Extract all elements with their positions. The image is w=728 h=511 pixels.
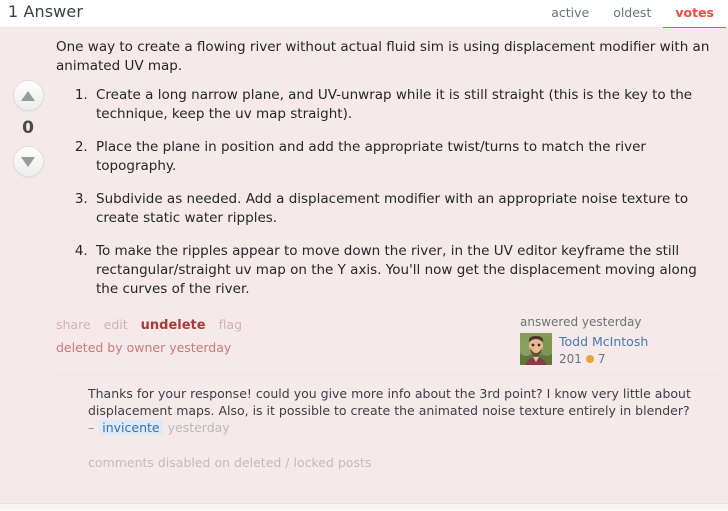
list-item: Place the plane in position and add the … xyxy=(92,138,720,176)
comment-author-link[interactable]: invicente xyxy=(99,420,163,435)
post-bottom-strip xyxy=(0,503,728,510)
list-item: To make the ripples appear to move down … xyxy=(92,242,720,299)
user-reputation-line: 201 7 xyxy=(559,352,648,366)
undelete-link[interactable]: undelete xyxy=(141,318,206,333)
arrow-up-icon xyxy=(21,90,35,101)
bronze-badge-count: 7 xyxy=(597,352,606,366)
list-item: Thanks for your response! could you give… xyxy=(88,385,714,435)
vote-cell: 0 xyxy=(0,38,56,470)
arrow-down-icon xyxy=(21,156,35,167)
list-item: Subdivide as needed. Add a displacement … xyxy=(92,190,720,228)
list-item: Create a long narrow plane, and UV-unwra… xyxy=(92,86,720,124)
answer-sort-tabs: active oldest votes xyxy=(539,0,726,29)
flag-link[interactable]: flag xyxy=(219,317,242,332)
avatar[interactable] xyxy=(520,333,552,365)
answers-header: 1 Answer active oldest votes xyxy=(0,0,728,29)
user-details: Todd McIntosh 201 7 xyxy=(520,333,716,366)
answer-layout: 0 One way to create a flowing river with… xyxy=(0,28,728,470)
tab-votes[interactable]: votes xyxy=(663,1,726,29)
post-action-links: share edit undelete flag xyxy=(56,317,242,333)
post-actions: share edit undelete flag deleted by owne… xyxy=(56,313,242,355)
post-meta-row: share edit undelete flag deleted by owne… xyxy=(56,313,720,366)
share-link[interactable]: share xyxy=(56,317,91,332)
comment-text: Thanks for your response! could you give… xyxy=(88,386,691,418)
comment-timestamp: yesterday xyxy=(167,420,230,435)
answer-intro-paragraph: One way to create a flowing river withou… xyxy=(56,39,710,74)
reputation-value: 201 xyxy=(559,352,582,366)
user-name-link[interactable]: Todd McIntosh xyxy=(559,334,648,349)
upvote-button[interactable] xyxy=(12,80,44,111)
answers-count-heading: 1 Answer xyxy=(8,2,83,21)
tab-oldest[interactable]: oldest xyxy=(601,1,663,29)
answer-text: One way to create a flowing river withou… xyxy=(56,38,720,299)
answer-steps-list: Create a long narrow plane, and UV-unwra… xyxy=(56,86,720,299)
comment-dash: – xyxy=(88,420,95,435)
tab-active[interactable]: active xyxy=(539,1,601,29)
comment-meta: – invicente yesterday xyxy=(88,420,714,435)
bronze-badge-icon xyxy=(585,355,594,363)
downvote-button[interactable] xyxy=(12,146,44,177)
answered-timestamp: answered yesterday xyxy=(520,315,642,329)
comments-section: Thanks for your response! could you give… xyxy=(56,374,720,435)
edit-link[interactable]: edit xyxy=(104,317,128,332)
vote-count: 0 xyxy=(22,118,34,138)
answer-body-cell: One way to create a flowing river withou… xyxy=(56,38,728,470)
answerer-user-card: answered yesterday Todd McIntosh 201 7 xyxy=(520,313,716,366)
user-info: Todd McIntosh 201 7 xyxy=(559,333,648,366)
deleted-answer-post: 0 One way to create a flowing river with… xyxy=(0,28,728,511)
deleted-by-owner-note: deleted by owner yesterday xyxy=(56,340,232,355)
comments-disabled-note: comments disabled on deleted / locked po… xyxy=(88,455,372,470)
